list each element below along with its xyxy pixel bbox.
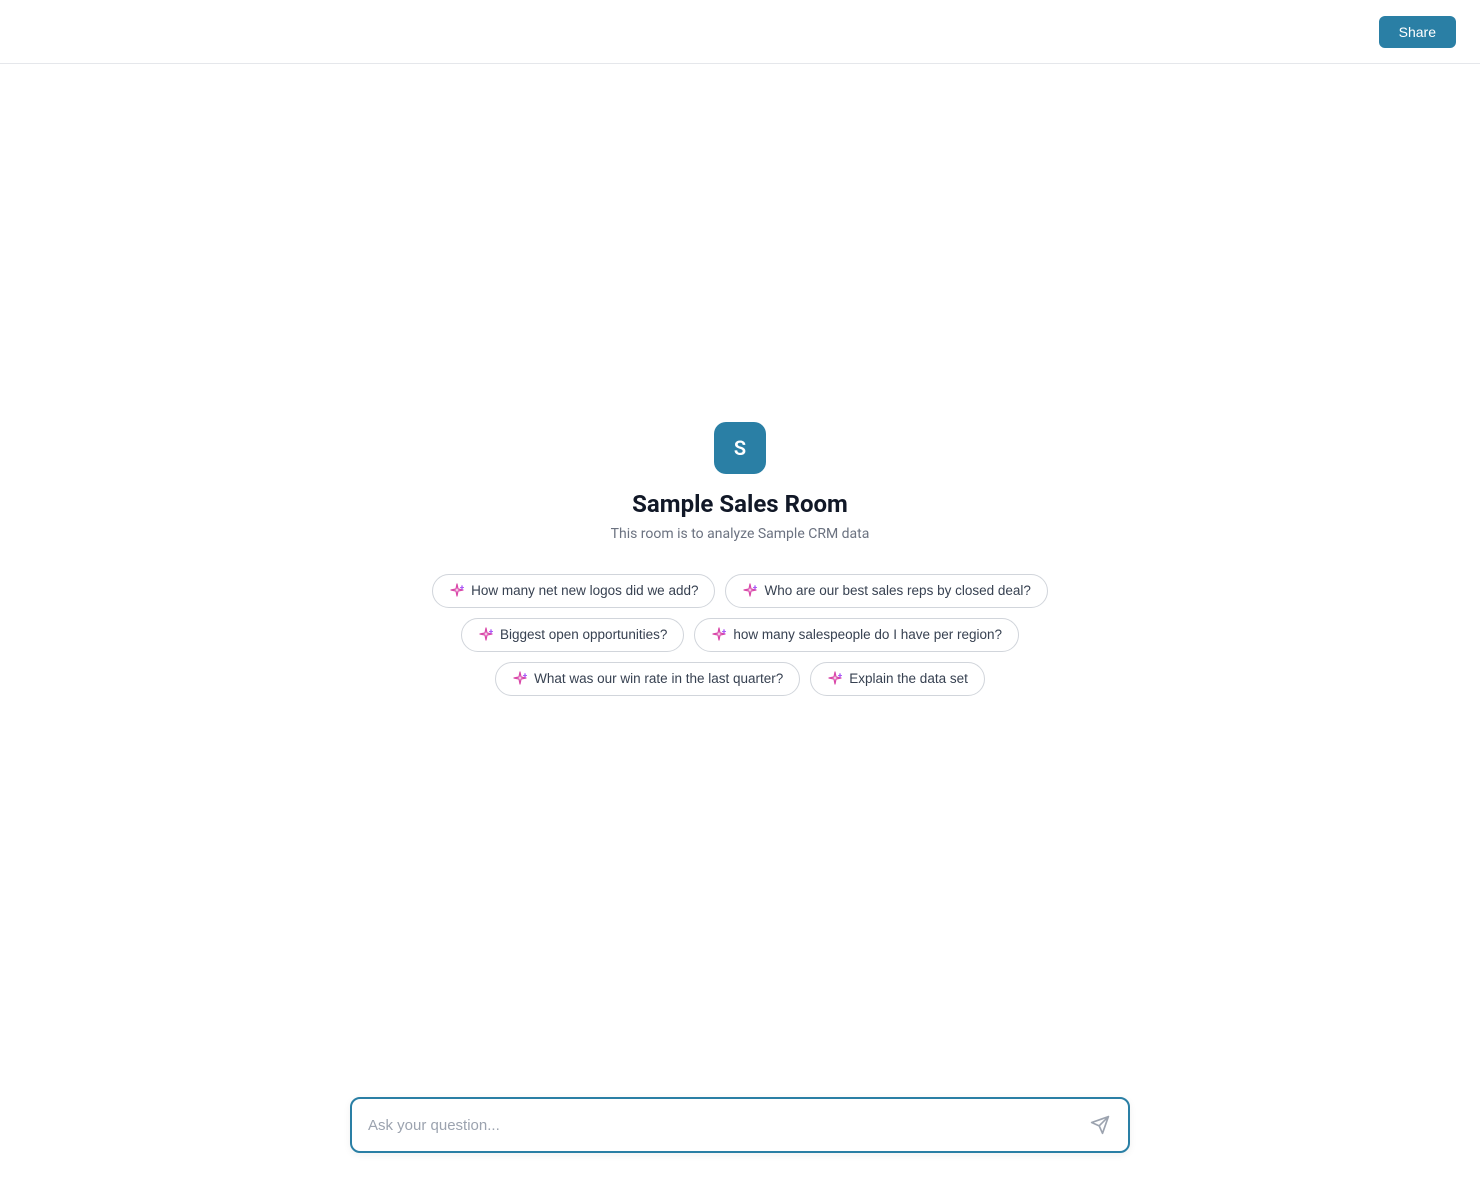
suggestion-chip-2[interactable]: Who are our best sales reps by closed de… — [725, 574, 1047, 608]
sparkle-icon-2 — [742, 583, 758, 599]
suggestion-chip-4[interactable]: how many salespeople do I have per regio… — [694, 618, 1019, 652]
room-icon-letter: S — [734, 436, 746, 460]
suggestion-chip-5-label: What was our win rate in the last quarte… — [534, 671, 783, 686]
suggestions-container: How many net new logos did we add? Who a… — [360, 574, 1120, 696]
room-title: Sample Sales Room — [632, 490, 848, 518]
suggestion-chip-3-label: Biggest open opportunities? — [500, 627, 667, 642]
suggestion-chip-1[interactable]: How many net new logos did we add? — [432, 574, 715, 608]
sparkle-icon-3 — [478, 627, 494, 643]
suggestion-chip-6[interactable]: Explain the data set — [810, 662, 985, 696]
suggestion-chip-1-label: How many net new logos did we add? — [471, 583, 698, 598]
input-wrapper — [350, 1097, 1130, 1153]
sparkle-icon — [449, 583, 465, 599]
input-area — [350, 1097, 1130, 1153]
app-header: Share — [0, 0, 1480, 64]
suggestion-chip-4-label: how many salespeople do I have per regio… — [733, 627, 1002, 642]
send-icon — [1090, 1115, 1110, 1135]
suggestion-chip-6-label: Explain the data set — [849, 671, 968, 686]
suggestion-chip-2-label: Who are our best sales reps by closed de… — [764, 583, 1030, 598]
send-button[interactable] — [1088, 1113, 1112, 1137]
room-icon: S — [714, 422, 766, 474]
sparkle-icon-4 — [711, 627, 727, 643]
suggestions-row-2: Biggest open opportunities? how many sal… — [461, 618, 1019, 652]
sparkle-icon-6 — [827, 671, 843, 687]
main-content: S Sample Sales Room This room is to anal… — [0, 64, 1480, 1193]
sparkle-icon-5 — [512, 671, 528, 687]
suggestion-chip-3[interactable]: Biggest open opportunities? — [461, 618, 684, 652]
suggestion-chip-5[interactable]: What was our win rate in the last quarte… — [495, 662, 800, 696]
suggestions-row-1: How many net new logos did we add? Who a… — [432, 574, 1048, 608]
room-subtitle: This room is to analyze Sample CRM data — [611, 526, 870, 542]
share-button[interactable]: Share — [1379, 16, 1456, 48]
suggestions-row-3: What was our win rate in the last quarte… — [495, 662, 985, 696]
question-input[interactable] — [368, 1117, 1088, 1134]
